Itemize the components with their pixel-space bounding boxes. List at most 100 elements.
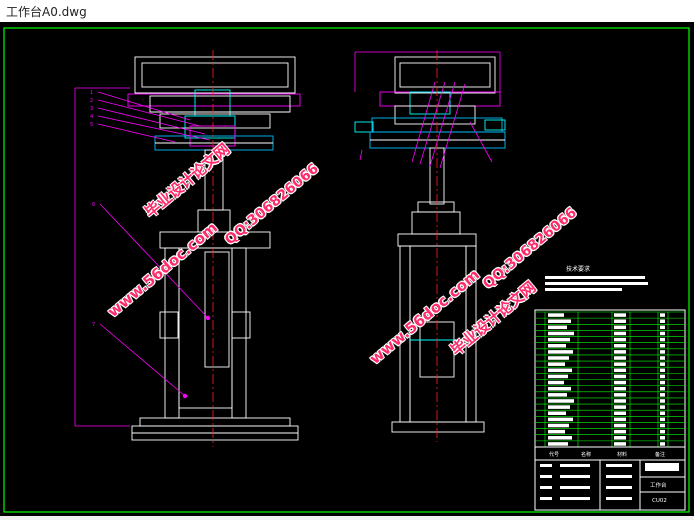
bom-cell-fill [548, 411, 566, 416]
bom-cell-fill [660, 393, 665, 397]
bom-cell-fill [548, 325, 567, 330]
bom-cell-fill [660, 350, 665, 354]
bom-cell-fill [548, 405, 570, 409]
bom-cell-fill [548, 380, 564, 385]
bom-cell-fill [548, 442, 568, 446]
bom-cell-fill [660, 343, 665, 348]
bom-cell-fill [614, 374, 626, 379]
bom-cell-fill [614, 337, 626, 342]
bom-cell-fill [614, 313, 626, 317]
bom-cell-fill [548, 417, 573, 422]
bom-header-remark: 备注 [655, 451, 665, 458]
bom-cell-fill [614, 356, 626, 360]
svg-text:6: 6 [92, 202, 95, 208]
bom-cell-fill [660, 442, 665, 446]
technical-requirements: 技术要求 [545, 265, 648, 291]
bom-cell-fill [614, 386, 626, 391]
bom-cell-fill [548, 423, 569, 428]
bom-cell-fill [660, 356, 665, 360]
bom-cell-fill [614, 405, 626, 409]
bom-cell-fill [548, 436, 572, 440]
cad-drawing-canvas[interactable]: 1 2 3 4 5 6 7 技术要求 代号 名称 材料 备注 工作台 CU02 毕业设计论… [0, 22, 694, 516]
bom-header-name: 名称 [581, 451, 591, 458]
bom-cell-fill [548, 429, 565, 434]
title-block-bar [606, 464, 632, 467]
svg-text:2: 2 [90, 98, 93, 104]
title-block-bar [540, 486, 552, 489]
bom-cell-fill [548, 356, 569, 360]
bom-cell-fill [660, 362, 665, 366]
bom-cell-fill [614, 362, 626, 366]
bom-cell-fill [548, 337, 570, 342]
title-block-bar [606, 475, 632, 478]
bom-cell-fill [548, 393, 567, 397]
bom-cell-fill [548, 343, 566, 348]
bom-cell-fill [614, 380, 626, 385]
bom-cell-fill [614, 350, 626, 354]
side-view [354, 56, 506, 433]
tech-req-title: 技术要求 [566, 265, 590, 273]
bom-cell-fill [660, 368, 665, 373]
bom-cell-fill [614, 343, 626, 348]
bom-cell-fill [660, 429, 665, 434]
bom-cell-fill [614, 442, 626, 446]
bom-cell-fill [548, 331, 574, 336]
bom-cell-fill [660, 374, 665, 379]
bom-cell-fill [660, 405, 665, 409]
bom-cell-fill [614, 331, 626, 336]
svg-text:4: 4 [90, 114, 93, 120]
bom-cell-fill [548, 399, 574, 403]
bom-cell-fill [660, 386, 665, 391]
bom-cell-fill [660, 319, 665, 323]
window-title: 工作台A0.dwg [6, 5, 87, 19]
bom-cell-fill [548, 350, 573, 354]
bom-cell-fill [548, 313, 564, 317]
bom-header-material: 材料 [617, 451, 627, 458]
bom-cell-fill [614, 325, 626, 330]
title-block-bar [560, 464, 590, 467]
bom-cell-fill [614, 429, 626, 434]
title-block-bar [540, 475, 552, 478]
bom-cell-fill [660, 436, 665, 440]
svg-text:1: 1 [90, 90, 93, 96]
title-block-bar [560, 486, 590, 489]
bom-cell-fill [548, 319, 571, 323]
bom-cell-fill [660, 417, 665, 422]
title-block-bar [606, 486, 632, 489]
bom-cell-fill [660, 411, 665, 416]
bom-cell-fill [548, 374, 568, 379]
bom-header-code: 代号 [549, 451, 559, 458]
title-block-bar [540, 464, 552, 467]
bom-cell-fill [614, 417, 626, 422]
bom-cell-fill [660, 313, 665, 317]
bom-cell-fill [614, 436, 626, 440]
svg-text:7: 7 [92, 322, 95, 328]
bom-cell-fill [548, 386, 571, 391]
side-view-leaders [354, 51, 501, 169]
bom-cell-fill [660, 399, 665, 403]
drawing-number: CU02 [652, 498, 667, 504]
title-block-bar [606, 497, 632, 500]
part-name: 工作台 [650, 481, 667, 489]
bom-cell-fill [614, 423, 626, 428]
title-block: 代号 名称 材料 备注 工作台 CU02 [534, 309, 686, 511]
cad-drawing: 1 2 3 4 5 6 7 技术要求 代号 名称 材料 备注 工作台 CU02 [3, 27, 690, 513]
bom-cell-fill [614, 411, 626, 416]
title-block-bar [560, 497, 590, 500]
title-block-bar [540, 497, 552, 500]
bom-cell-fill [614, 319, 626, 323]
bom-cell-fill [614, 368, 626, 373]
bom-cell-fill [660, 380, 665, 385]
bom-cell-fill [660, 331, 665, 336]
bom-cell-fill [660, 337, 665, 342]
bom-cell-fill [660, 423, 665, 428]
window-titlebar: 工作台A0.dwg [0, 0, 694, 23]
svg-text:3: 3 [90, 106, 93, 112]
bom-cell-fill [548, 362, 565, 366]
svg-text:5: 5 [90, 122, 93, 128]
bom-cell-fill [660, 325, 665, 330]
part-numbers: 1 2 3 4 5 6 7 [90, 90, 95, 328]
bom-cell-fill [614, 399, 626, 403]
bom-cell-fill [548, 368, 572, 373]
bom-cell-fill [614, 393, 626, 397]
